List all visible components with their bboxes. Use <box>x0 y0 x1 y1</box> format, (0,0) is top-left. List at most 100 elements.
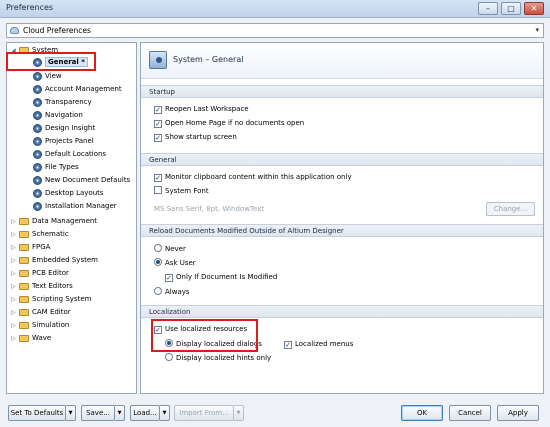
settings-page-icon <box>33 188 42 198</box>
expand-icon[interactable]: ▷ <box>11 242 19 254</box>
tree-item-default-locations[interactable]: Default Locations <box>33 148 106 160</box>
settings-page-icon <box>33 201 42 211</box>
tree-item-cam-editor[interactable]: ▷ CAM Editor <box>11 306 71 318</box>
tree-item-installation-manager[interactable]: Installation Manager <box>33 200 117 212</box>
folder-icon <box>19 243 29 251</box>
collapse-icon[interactable]: ◢ <box>11 45 19 57</box>
checkbox-checked[interactable]: ✓ <box>154 326 162 334</box>
reload-never-radio[interactable]: Never <box>154 244 186 255</box>
tree-item-view[interactable]: View <box>33 70 62 82</box>
import-dropdown-icon[interactable]: ▼ <box>234 405 244 421</box>
expand-icon[interactable]: ▷ <box>11 229 19 241</box>
expand-icon[interactable]: ▷ <box>11 333 19 345</box>
checkbox-checked[interactable]: ✓ <box>154 106 162 114</box>
expand-icon[interactable]: ▷ <box>11 216 19 228</box>
display-localized-dialogs-radio[interactable]: Display localized dialogs <box>165 339 262 350</box>
folder-icon <box>19 334 29 342</box>
open-home-page-checkbox[interactable]: ✓ Open Home Page if no documents open <box>154 118 304 129</box>
reload-always-radio[interactable]: Always <box>154 287 190 298</box>
checkbox-checked[interactable]: ✓ <box>154 174 162 182</box>
checkbox-checked[interactable]: ✓ <box>165 274 173 282</box>
tree-item-wave[interactable]: ▷ Wave <box>11 332 51 344</box>
dialog-button-bar: Set To Defaults ▼ Save... ▼ Load... ▼ Im… <box>0 400 550 427</box>
tree-item-system[interactable]: ◢ System <box>11 44 58 56</box>
folder-icon <box>19 217 29 225</box>
folder-icon <box>19 321 29 329</box>
display-localized-hints-radio[interactable]: Display localized hints only <box>165 353 271 364</box>
tree-item-pcb-editor[interactable]: ▷ PCB Editor <box>11 267 69 279</box>
expand-icon[interactable]: ▷ <box>11 320 19 332</box>
tree-item-simulation[interactable]: ▷ Simulation <box>11 319 69 331</box>
tree-item-design-insight[interactable]: Design Insight <box>33 122 95 134</box>
load-dropdown-icon[interactable]: ▼ <box>160 405 170 421</box>
reopen-workspace-checkbox[interactable]: ✓ Reopen Last Workspace <box>154 104 249 115</box>
tree-item-new-document-defaults[interactable]: New Document Defaults <box>33 174 130 186</box>
tree-item-fpga[interactable]: ▷ FPGA <box>11 241 50 253</box>
change-font-button[interactable]: Change... <box>486 202 535 216</box>
cloud-icon <box>10 27 19 34</box>
folder-icon <box>19 256 29 264</box>
profile-select[interactable]: Cloud Preferences ▾ <box>6 23 544 38</box>
tree-item-embedded-system[interactable]: ▷ Embedded System <box>11 254 98 266</box>
save-dropdown-icon[interactable]: ▼ <box>115 405 125 421</box>
save-button[interactable]: Save... <box>81 405 115 421</box>
apply-button[interactable]: Apply <box>497 405 539 421</box>
checkbox-checked[interactable]: ✓ <box>154 134 162 142</box>
folder-icon <box>19 295 29 303</box>
checkbox-unchecked[interactable] <box>154 186 162 194</box>
panel-header: System – General <box>141 43 543 79</box>
use-localized-resources-checkbox[interactable]: ✓ Use localized resources <box>154 324 247 335</box>
expand-icon[interactable]: ▷ <box>11 294 19 306</box>
cancel-button[interactable]: Cancel <box>449 405 491 421</box>
radio-off[interactable] <box>154 244 162 252</box>
radio-off[interactable] <box>154 287 162 295</box>
ok-button[interactable]: OK <box>401 405 443 421</box>
settings-page-icon <box>33 110 42 120</box>
settings-page-icon <box>33 162 42 172</box>
only-if-modified-checkbox[interactable]: ✓ Only If Document Is Modified <box>165 272 277 283</box>
chevron-down-icon[interactable]: ▾ <box>535 26 539 34</box>
radio-off[interactable] <box>165 353 173 361</box>
close-button[interactable]: ✕ <box>524 2 544 15</box>
tree-item-account-management[interactable]: Account Management <box>33 83 122 95</box>
reload-ask-user-radio[interactable]: Ask User <box>154 258 196 269</box>
tree-item-file-types[interactable]: File Types <box>33 161 79 173</box>
tree-item-text-editors[interactable]: ▷ Text Editors <box>11 280 73 292</box>
radio-on[interactable] <box>165 339 173 347</box>
tree-item-transparency[interactable]: Transparency <box>33 96 92 108</box>
load-button[interactable]: Load... <box>130 405 160 421</box>
import-from-button[interactable]: Import From... <box>174 405 234 421</box>
maximize-button[interactable]: □ <box>501 2 521 15</box>
settings-page-icon <box>33 71 42 81</box>
section-startup: Startup <box>141 85 543 98</box>
section-general: General <box>141 153 543 166</box>
tree-item-general[interactable]: General * <box>33 56 88 68</box>
monitor-clipboard-checkbox[interactable]: ✓ Monitor clipboard content within this a… <box>154 172 352 183</box>
settings-page-icon <box>33 84 42 94</box>
expand-icon[interactable]: ▷ <box>11 281 19 293</box>
set-to-defaults-button[interactable]: Set To Defaults <box>8 405 66 421</box>
expand-icon[interactable]: ▷ <box>11 307 19 319</box>
tree-item-projects-panel[interactable]: Projects Panel <box>33 135 94 147</box>
folder-icon <box>19 230 29 238</box>
tree-item-schematic[interactable]: ▷ Schematic <box>11 228 69 240</box>
tree-item-navigation[interactable]: Navigation <box>33 109 83 121</box>
show-startup-screen-checkbox[interactable]: ✓ Show startup screen <box>154 132 237 143</box>
system-font-checkbox[interactable]: System Font <box>154 186 209 197</box>
window-controls: – □ ✕ <box>478 2 544 15</box>
expand-icon[interactable]: ▷ <box>11 268 19 280</box>
localized-menus-checkbox[interactable]: ✓ Localized menus <box>284 339 353 350</box>
profile-select-value: Cloud Preferences <box>23 26 91 35</box>
checkbox-checked[interactable]: ✓ <box>154 120 162 128</box>
set-to-defaults-dropdown-icon[interactable]: ▼ <box>66 405 76 421</box>
tree-item-scripting-system[interactable]: ▷ Scripting System <box>11 293 91 305</box>
radio-on[interactable] <box>154 258 162 266</box>
settings-page-icon <box>33 123 42 133</box>
expand-icon[interactable]: ▷ <box>11 255 19 267</box>
tree-item-desktop-layouts[interactable]: Desktop Layouts <box>33 187 104 199</box>
settings-page-icon <box>33 136 42 146</box>
preferences-tree: ◢ System General * View Account Managemen… <box>6 42 137 394</box>
minimize-button[interactable]: – <box>478 2 498 15</box>
checkbox-checked[interactable]: ✓ <box>284 341 292 349</box>
tree-item-data-management[interactable]: ▷ Data Management <box>11 215 97 227</box>
